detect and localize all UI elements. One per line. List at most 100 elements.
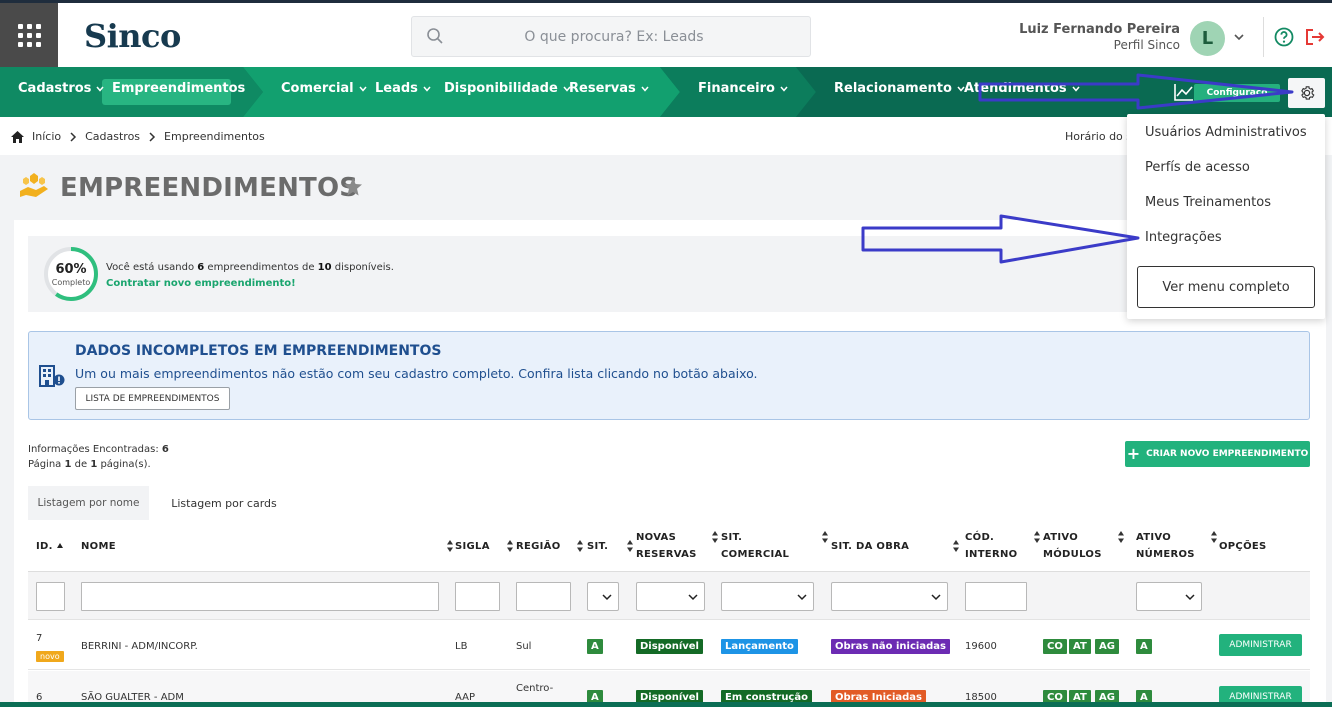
- contratar-link[interactable]: Contratar novo empreendimento!: [106, 276, 394, 292]
- filter-row: [28, 572, 1310, 620]
- breadcrumb-empreendimentos: Empreendimentos: [164, 130, 265, 143]
- sort-icon[interactable]: [1117, 531, 1125, 543]
- col-ativo-modulos[interactable]: ATIVO MÓDULOS: [1043, 520, 1102, 572]
- logout-icon[interactable]: [1304, 27, 1326, 47]
- search-box[interactable]: [411, 16, 811, 57]
- nav-relacionamento[interactable]: Relacionamento: [834, 81, 966, 96]
- tab-listagem-nome[interactable]: Listagem por nome: [28, 486, 149, 520]
- sort-icon[interactable]: [446, 540, 454, 552]
- nav-disponibilidade[interactable]: Disponibilidade: [444, 81, 572, 96]
- chevron-down-icon[interactable]: [1232, 30, 1246, 44]
- avatar[interactable]: L: [1190, 21, 1225, 56]
- chevron-down-icon: [688, 594, 698, 601]
- col-id[interactable]: ID.: [36, 520, 64, 572]
- sort-icon[interactable]: [506, 540, 514, 552]
- alert-title: DADOS INCOMPLETOS EM EMPREENDIMENTOS: [75, 343, 442, 359]
- search-icon: [427, 28, 443, 44]
- sort-icon[interactable]: [1033, 531, 1041, 543]
- table-header: ID. NOME SIGLA REGIÃO SIT. NOVAS RESERVAS…: [28, 520, 1310, 572]
- menu-item-integracoes[interactable]: Integrações: [1145, 230, 1222, 245]
- search-input[interactable]: [454, 17, 804, 56]
- settings-button[interactable]: [1288, 78, 1325, 108]
- novas-reservas-badge: Disponível: [636, 639, 703, 654]
- nav-comercial[interactable]: Comercial: [281, 81, 368, 96]
- filter-sigla-input[interactable]: [455, 582, 500, 611]
- breadcrumb-cadastros[interactable]: Cadastros: [85, 130, 140, 143]
- modulo-at-badge: AT: [1069, 639, 1091, 654]
- apps-grid-button[interactable]: [0, 3, 58, 67]
- sort-up-icon: [56, 543, 63, 548]
- row-cod-interno: 19600: [965, 641, 997, 652]
- ver-menu-completo-button[interactable]: Ver menu completo: [1137, 266, 1315, 308]
- results-info: Informações Encontradas: 6 Página 1 de 1…: [28, 444, 169, 470]
- modulo-co-badge: CO: [1043, 639, 1067, 654]
- chevron-down-icon: [1072, 86, 1080, 92]
- col-sit-comercial[interactable]: SIT. COMERCIAL: [721, 520, 789, 572]
- filter-id-input[interactable]: [36, 582, 65, 611]
- col-ativo-numeros[interactable]: ATIVO NÚMEROS: [1136, 520, 1195, 572]
- nav-financeiro[interactable]: Financeiro: [698, 81, 789, 96]
- filter-sitobra-select[interactable]: [831, 582, 948, 611]
- filter-nome-input[interactable]: [81, 582, 439, 611]
- sinco-logo[interactable]: Sinco: [84, 17, 181, 55]
- chevron-down-icon: [931, 594, 941, 601]
- configuracoes-button[interactable]: Configuraçõ: [1194, 84, 1280, 102]
- tab-listagem-cards[interactable]: Listagem por cards: [164, 486, 284, 520]
- col-sigla[interactable]: SIGLA: [455, 520, 490, 572]
- col-nome[interactable]: NOME: [81, 520, 116, 572]
- table-row[interactable]: 7 novo BERRINI - ADM/INCORP. LB Sul A Di…: [28, 620, 1310, 670]
- sort-icon[interactable]: [952, 540, 960, 552]
- chart-icon[interactable]: [1174, 83, 1194, 101]
- user-name: Luiz Fernando Pereira: [1019, 22, 1180, 37]
- col-novas-reservas[interactable]: NOVAS RESERVAS: [636, 520, 697, 572]
- nav-atendimentos[interactable]: Atendimentos: [964, 81, 1081, 96]
- chevron-down-icon: [1185, 594, 1195, 601]
- sort-icon[interactable]: [626, 540, 634, 552]
- filter-regiao-input[interactable]: [516, 582, 571, 611]
- chevron-down-icon: [96, 86, 105, 92]
- top-header: Sinco Luiz Fernando Pereira Perfil Sinco…: [0, 0, 1332, 67]
- sit-comercial-badge: Lançamento: [721, 639, 798, 654]
- usage-box: 60% Completo Você está usando 6 empreend…: [28, 236, 1312, 312]
- row-regiao: Sul: [516, 641, 532, 652]
- sort-icon[interactable]: [576, 540, 584, 552]
- chevron-down-icon: [780, 86, 788, 92]
- filter-cod-input[interactable]: [965, 582, 1027, 611]
- filter-novas-select[interactable]: [636, 582, 705, 611]
- chevron-right-icon: [70, 131, 77, 142]
- chevron-down-icon: [423, 86, 431, 92]
- filter-numeros-select[interactable]: [1136, 582, 1202, 611]
- menu-item-perfis-acesso[interactable]: Perfís de acesso: [1145, 160, 1250, 175]
- alert-text: Um ou mais empreendimentos não estão com…: [75, 366, 758, 381]
- row-sigla: LB: [455, 641, 468, 652]
- col-regiao[interactable]: REGIÃO: [516, 520, 561, 572]
- administrar-button[interactable]: ADMINISTRAR: [1219, 634, 1302, 656]
- main-nav: Cadastros Empreendimentos Comercial Lead…: [0, 67, 1332, 117]
- row-regiao: Centro-: [516, 683, 554, 694]
- menu-item-meus-treinamentos[interactable]: Meus Treinamentos: [1145, 195, 1271, 210]
- star-icon[interactable]: [343, 177, 363, 197]
- usage-percent: 60%: [55, 262, 87, 277]
- nav-cadastros[interactable]: Cadastros: [18, 81, 105, 96]
- nav-leads[interactable]: Leads: [375, 81, 432, 96]
- col-cod-interno[interactable]: CÓD. INTERNO: [965, 520, 1017, 572]
- lista-empreendimentos-button[interactable]: LISTA DE EMPREENDIMENTOS: [75, 387, 230, 410]
- settings-dropdown-menu: Usuários Administrativos Perfís de acess…: [1127, 114, 1325, 319]
- nav-reservas[interactable]: Reservas: [569, 81, 650, 96]
- sort-icon[interactable]: [821, 531, 829, 543]
- filter-sitcom-select[interactable]: [721, 582, 814, 611]
- filter-sit-select[interactable]: [587, 582, 619, 611]
- nav-empreendimentos[interactable]: Empreendimentos: [112, 81, 245, 96]
- sort-icon[interactable]: [711, 531, 719, 543]
- col-sit-obra[interactable]: SIT. DA OBRA: [831, 520, 909, 572]
- sort-icon[interactable]: [1210, 531, 1218, 543]
- usage-complete-label: Completo: [51, 278, 91, 287]
- user-info[interactable]: Luiz Fernando Pereira Perfil Sinco: [1019, 22, 1180, 52]
- create-empreendimento-button[interactable]: + CRIAR NOVO EMPREENDIMENTO: [1125, 441, 1310, 467]
- home-icon[interactable]: [11, 130, 24, 143]
- menu-item-usuarios-administrativos[interactable]: Usuários Administrativos: [1145, 125, 1307, 140]
- col-sit[interactable]: SIT.: [587, 520, 608, 572]
- breadcrumb-inicio[interactable]: Início: [32, 130, 61, 143]
- building-warning-icon: [39, 365, 65, 387]
- help-icon[interactable]: [1274, 27, 1294, 47]
